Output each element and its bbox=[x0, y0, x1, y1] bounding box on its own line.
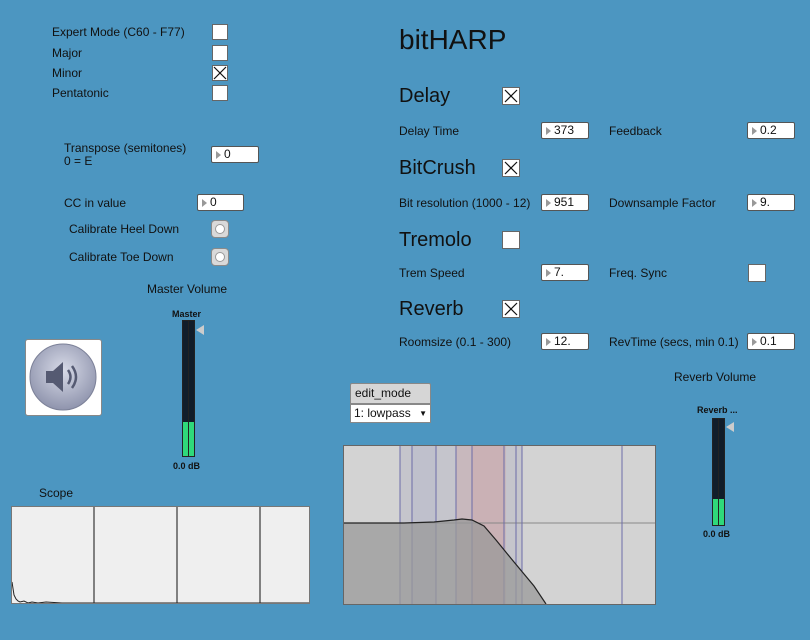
meter-level-fill bbox=[189, 422, 194, 456]
cc-number-box[interactable]: 0 bbox=[197, 194, 244, 211]
transpose-label: Transpose (semitones) bbox=[64, 141, 187, 155]
delay-time-number-box[interactable]: 373 bbox=[541, 122, 589, 139]
tremolo-title: Tremolo bbox=[399, 229, 472, 251]
number-arrow-icon bbox=[546, 269, 551, 277]
bitcrush-title: BitCrush bbox=[399, 157, 476, 179]
dropdown-arrow-icon: ▼ bbox=[419, 409, 427, 418]
transpose-sublabel: 0 = E bbox=[64, 154, 93, 168]
check-x-icon bbox=[213, 66, 227, 80]
reverb-enable-checkbox[interactable] bbox=[502, 300, 520, 318]
bit-resolution-number-box[interactable]: 951 bbox=[541, 194, 589, 211]
revtime-number-box[interactable]: 0.1 bbox=[747, 333, 795, 350]
scope-trace bbox=[11, 507, 309, 604]
bit-resolution-label: Bit resolution (1000 - 12) bbox=[399, 196, 531, 210]
master-db-readout: 0.0 dB bbox=[173, 461, 201, 471]
tremolo-enable-checkbox[interactable] bbox=[502, 231, 520, 249]
calibrate-toe-button[interactable] bbox=[211, 248, 229, 266]
trem-speed-label: Trem Speed bbox=[399, 266, 465, 280]
reverb-title: Reverb bbox=[399, 298, 464, 320]
master-gain-slider-handle[interactable] bbox=[196, 325, 204, 335]
reverb-gain-slider-handle[interactable] bbox=[726, 422, 734, 432]
feedback-number-box[interactable]: 0.2 bbox=[747, 122, 795, 139]
roomsize-number-box[interactable]: 12. bbox=[541, 333, 589, 350]
number-arrow-icon bbox=[546, 127, 551, 135]
reverb-meter-right bbox=[718, 418, 725, 526]
check-x-icon bbox=[504, 161, 518, 175]
scope-display bbox=[11, 506, 310, 604]
delay-enable-checkbox[interactable] bbox=[502, 87, 520, 105]
speaker-icon bbox=[29, 343, 97, 411]
meter-level-fill bbox=[719, 498, 724, 525]
number-arrow-icon bbox=[752, 338, 757, 346]
edit-mode-dropdown[interactable]: 1: lowpass ▼ bbox=[350, 404, 431, 423]
check-x-icon bbox=[504, 89, 518, 103]
downsample-number-box[interactable]: 9. bbox=[747, 194, 795, 211]
calibrate-heel-button[interactable] bbox=[211, 220, 229, 238]
pentatonic-label: Pentatonic bbox=[52, 86, 109, 100]
master-meter-label: Master bbox=[172, 309, 202, 319]
filter-response-curve bbox=[344, 446, 655, 605]
speaker-toggle-button[interactable] bbox=[25, 339, 102, 416]
freq-sync-checkbox[interactable] bbox=[748, 264, 766, 282]
master-meter-right bbox=[188, 320, 195, 457]
pentatonic-checkbox[interactable] bbox=[212, 85, 228, 101]
minor-label: Minor bbox=[52, 66, 83, 80]
feedback-label: Feedback bbox=[609, 124, 662, 138]
minor-checkbox[interactable] bbox=[212, 65, 228, 81]
filter-graph[interactable] bbox=[343, 445, 656, 605]
reverb-db-readout: 0.0 dB bbox=[703, 529, 731, 539]
major-label: Major bbox=[52, 46, 83, 60]
scope-label: Scope bbox=[39, 486, 74, 500]
cc-label: CC in value bbox=[64, 196, 127, 210]
expert-mode-checkbox[interactable] bbox=[212, 24, 228, 40]
expert-mode-label: Expert Mode (C60 - F77) bbox=[52, 25, 185, 39]
edit-mode-label: edit_mode bbox=[350, 383, 431, 404]
app-title: bitHARP bbox=[399, 24, 507, 55]
delay-title: Delay bbox=[399, 85, 451, 107]
calibrate-toe-label: Calibrate Toe Down bbox=[69, 250, 174, 264]
calibrate-heel-label: Calibrate Heel Down bbox=[69, 222, 180, 236]
reverb-meter-label: Reverb ... bbox=[697, 405, 738, 415]
number-arrow-icon bbox=[546, 338, 551, 346]
delay-time-label: Delay Time bbox=[399, 124, 460, 138]
trem-speed-number-box[interactable]: 7. bbox=[541, 264, 589, 281]
downsample-label: Downsample Factor bbox=[609, 196, 716, 210]
number-arrow-icon bbox=[546, 199, 551, 207]
bitcrush-enable-checkbox[interactable] bbox=[502, 159, 520, 177]
roomsize-label: Roomsize (0.1 - 300) bbox=[399, 335, 512, 349]
number-arrow-icon bbox=[752, 199, 757, 207]
check-x-icon bbox=[504, 302, 518, 316]
number-arrow-icon bbox=[202, 199, 207, 207]
reverb-volume-label: Reverb Volume bbox=[674, 370, 757, 384]
number-arrow-icon bbox=[216, 151, 221, 159]
revtime-label: RevTime (secs, min 0.1) bbox=[609, 335, 739, 349]
master-volume-label: Master Volume bbox=[147, 282, 228, 296]
major-checkbox[interactable] bbox=[212, 45, 228, 61]
transpose-number-box[interactable]: 0 bbox=[211, 146, 259, 163]
freq-sync-label: Freq. Sync bbox=[609, 266, 668, 280]
number-arrow-icon bbox=[752, 127, 757, 135]
